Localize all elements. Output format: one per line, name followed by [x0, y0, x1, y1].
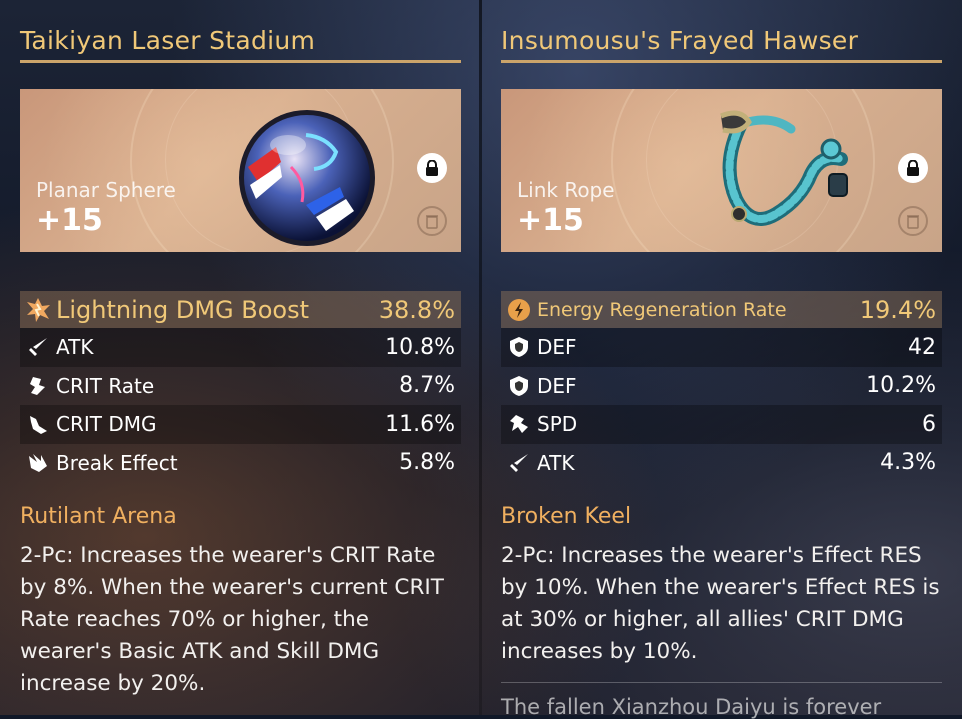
- sword-icon: [29, 338, 47, 357]
- sub-stat-row: CRIT DMG 11.6%: [20, 405, 461, 444]
- energy-icon: [508, 298, 530, 321]
- relic-panel-right: Insumousu's Frayed Hawser Link Rope +15: [501, 0, 942, 719]
- relic-card: Link Rope +15: [501, 89, 942, 252]
- trash-icon: [907, 215, 919, 229]
- sub-stat-row: DEF 42: [501, 328, 942, 367]
- sub-stat-value: 4.3%: [880, 450, 936, 476]
- relic-card: Planar Sphere +15: [20, 89, 461, 252]
- sub-stat-value: 42: [908, 334, 936, 360]
- sub-stat-row: CRIT Rate 8.7%: [20, 367, 461, 406]
- set-description: 2-Pc: Increases the wearer's Effect RES …: [501, 543, 940, 664]
- slot-name: Link Rope: [517, 178, 615, 202]
- main-stat-row: Lightning DMG Boost 38.8%: [20, 291, 461, 328]
- sub-stat-row: ATK 4.3%: [501, 444, 942, 483]
- relic-panel-left: Taikiyan Laser Stadium Planar Sphere +15: [20, 0, 461, 715]
- shield-icon: [510, 337, 528, 358]
- set-name: Broken Keel: [501, 504, 632, 529]
- relic-title: Insumousu's Frayed Hawser: [501, 26, 942, 63]
- set-name: Rutilant Arena: [20, 504, 177, 529]
- slot-name: Planar Sphere: [36, 178, 176, 202]
- sub-stat-row: SPD 6: [501, 405, 942, 444]
- sub-stat-row: Break Effect 5.8%: [20, 444, 461, 483]
- main-stat-row: Energy Regeneration Rate 19.4%: [501, 291, 942, 328]
- crit-dmg-icon: [30, 416, 47, 435]
- lore-text: The fallen Xianzhou Daiyu is forever: [501, 695, 882, 719]
- sub-stat-name: DEF: [537, 335, 577, 360]
- main-stat-name: Lightning DMG Boost: [56, 295, 310, 324]
- sub-stat-name: DEF: [537, 373, 577, 398]
- relic-title: Taikiyan Laser Stadium: [20, 26, 461, 63]
- lore-divider: [501, 682, 942, 683]
- lock-icon: [426, 160, 438, 176]
- break-icon: [29, 453, 47, 472]
- stats-list: Lightning DMG Boost 38.8% ATK 10.8% CRIT…: [20, 291, 461, 482]
- sub-stat-row: ATK 10.8%: [20, 328, 461, 367]
- shield-icon: [510, 375, 528, 396]
- link-rope-image: [720, 110, 848, 226]
- sub-stat-row: DEF 10.2%: [501, 367, 942, 406]
- sword-icon: [510, 453, 528, 472]
- relic-level: +15: [36, 203, 103, 238]
- sub-stat-name: CRIT Rate: [56, 373, 155, 398]
- lock-icon: [907, 160, 919, 176]
- stats-list: Energy Regeneration Rate 19.4% DEF 42 DE…: [501, 291, 942, 482]
- sub-stat-name: SPD: [537, 412, 578, 437]
- sub-stat-name: CRIT DMG: [56, 412, 157, 437]
- sub-stat-value: 6: [922, 411, 936, 437]
- sub-stat-name: ATK: [537, 450, 575, 475]
- planar-sphere-image: [239, 110, 375, 246]
- main-stat-value: 19.4%: [859, 295, 936, 324]
- discard-button[interactable]: [898, 206, 928, 236]
- trash-icon: [426, 215, 438, 229]
- relic-level: +15: [517, 203, 584, 238]
- sub-stat-value: 10.8%: [385, 334, 455, 360]
- speed-icon: [510, 415, 528, 434]
- panel-divider: [479, 0, 482, 715]
- main-stat-name: Energy Regeneration Rate: [537, 298, 787, 321]
- main-stat-value: 38.8%: [378, 295, 455, 324]
- sub-stat-name: ATK: [56, 335, 94, 360]
- sub-stat-value: 8.7%: [399, 373, 455, 399]
- sub-stat-value: 5.8%: [399, 450, 455, 476]
- lightning-icon: [27, 297, 50, 322]
- crit-rate-icon: [30, 376, 45, 395]
- lock-button[interactable]: [898, 153, 928, 183]
- sub-stat-value: 11.6%: [385, 411, 455, 437]
- discard-button[interactable]: [417, 206, 447, 236]
- set-description: 2-Pc: Increases the wearer's CRIT Rate b…: [20, 543, 444, 696]
- sub-stat-value: 10.2%: [866, 373, 936, 399]
- lock-button[interactable]: [417, 153, 447, 183]
- sub-stat-name: Break Effect: [56, 450, 178, 475]
